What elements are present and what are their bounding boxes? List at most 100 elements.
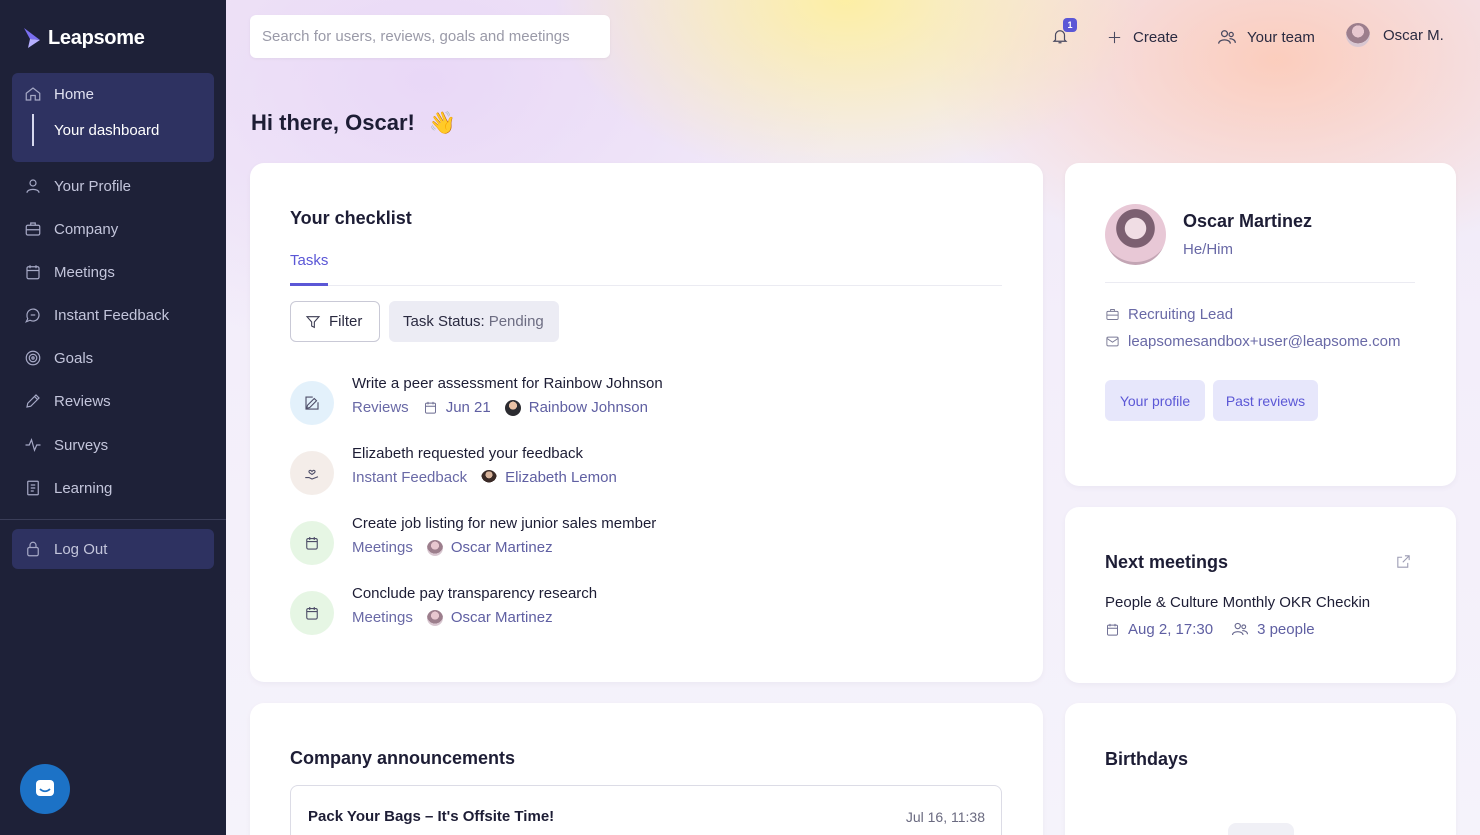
calendar-icon xyxy=(423,400,438,415)
announcement-title: Pack Your Bags – It's Offsite Time! xyxy=(308,808,554,825)
profile-card: Oscar Martinez He/Him Recruiting Lead le… xyxy=(1065,163,1456,486)
book-icon xyxy=(24,479,42,497)
greeting: Hi there, Oscar! 👋 xyxy=(251,110,456,136)
profile-role-text: Recruiting Lead xyxy=(1128,306,1233,323)
greeting-text: Hi there, Oscar! xyxy=(251,110,415,136)
filter-icon xyxy=(305,314,321,330)
avatar[interactable] xyxy=(1105,204,1166,265)
target-icon xyxy=(24,349,42,367)
edit-icon xyxy=(290,381,334,425)
team-icon xyxy=(1231,620,1249,638)
birthdays-card: Birthdays xyxy=(1065,703,1456,835)
task-person-name: Rainbow Johnson xyxy=(529,399,648,416)
avatar xyxy=(427,610,443,626)
tab-tasks[interactable]: Tasks xyxy=(290,252,328,286)
calendar-icon xyxy=(1105,622,1120,637)
sidebar-item-instant-feedback[interactable]: Instant Feedback xyxy=(24,304,169,326)
home-icon xyxy=(24,85,42,103)
profile-email-text: leapsomesandbox+user@leapsome.com xyxy=(1128,333,1400,350)
profile-name: Oscar Martinez xyxy=(1183,211,1312,232)
checklist-title: Your checklist xyxy=(290,208,412,229)
pencil-icon xyxy=(24,392,42,410)
task-category: Instant Feedback xyxy=(352,469,467,486)
sidebar-item-company[interactable]: Company xyxy=(24,218,118,240)
announcements-title: Company announcements xyxy=(290,748,515,769)
sidebar: Leapsome Home Your dashboard Your Profil… xyxy=(0,0,226,835)
search-input[interactable] xyxy=(262,28,598,45)
task-person-name: Oscar Martinez xyxy=(451,539,553,556)
meeting-date: Aug 2, 17:30 xyxy=(1105,620,1213,638)
logo-text: Leapsome xyxy=(48,27,145,50)
sidebar-item-label: Surveys xyxy=(54,437,108,454)
avatar xyxy=(1346,23,1370,47)
create-button[interactable]: Create xyxy=(1106,26,1178,48)
meeting-name[interactable]: People & Culture Monthly OKR Checkin xyxy=(1105,594,1370,611)
filter-label: Filter xyxy=(329,313,362,330)
external-link-icon[interactable] xyxy=(1395,553,1412,570)
filter-button[interactable]: Filter xyxy=(290,301,380,342)
task-status-chip[interactable]: Task Status: Pending xyxy=(389,301,559,342)
avatar xyxy=(427,540,443,556)
user-menu[interactable]: Oscar M. xyxy=(1346,24,1444,46)
wave-emoji: 👋 xyxy=(429,110,456,136)
sidebar-item-meetings[interactable]: Meetings xyxy=(24,261,115,283)
status-value: Pending xyxy=(489,313,544,330)
birthday-placeholder xyxy=(1228,823,1294,835)
task-person: Oscar Martinez xyxy=(427,539,553,556)
logout-button[interactable]: Log Out xyxy=(24,538,107,560)
team-icon xyxy=(1217,27,1237,47)
logout-label: Log Out xyxy=(54,541,107,558)
sidebar-item-label: Company xyxy=(54,221,118,238)
chat-icon xyxy=(24,306,42,324)
task-date-text: Jun 21 xyxy=(446,399,491,416)
sidebar-item-label: Learning xyxy=(54,480,112,497)
user-name: Oscar M. xyxy=(1383,27,1444,44)
sidebar-item-learning[interactable]: Learning xyxy=(24,477,112,499)
your-profile-button[interactable]: Your profile xyxy=(1105,380,1205,421)
calendar-icon xyxy=(24,263,42,281)
sidebar-item-home[interactable]: Home xyxy=(24,83,94,105)
chat-bubble-icon xyxy=(33,777,57,801)
next-meetings-card: Next meetings People & Culture Monthly O… xyxy=(1065,507,1456,683)
sidebar-item-reviews[interactable]: Reviews xyxy=(24,390,111,412)
meeting-date-text: Aug 2, 17:30 xyxy=(1128,621,1213,638)
sidebar-item-profile[interactable]: Your Profile xyxy=(24,175,131,197)
task-item[interactable]: Conclude pay transparency research Meeti… xyxy=(290,585,990,635)
meeting-people-text: 3 people xyxy=(1257,621,1315,638)
past-reviews-button[interactable]: Past reviews xyxy=(1213,380,1318,421)
birthdays-title: Birthdays xyxy=(1105,749,1188,770)
task-person: Elizabeth Lemon xyxy=(481,469,617,486)
task-meta: Meetings Oscar Martinez xyxy=(352,539,553,556)
support-chat-button[interactable] xyxy=(20,764,70,814)
lock-icon xyxy=(24,540,42,558)
notification-badge: 1 xyxy=(1063,18,1077,32)
task-item[interactable]: Write a peer assessment for Rainbow John… xyxy=(290,375,990,425)
sidebar-item-label: Your Profile xyxy=(54,178,131,195)
leapsome-logo-icon xyxy=(22,26,42,50)
your-team-button[interactable]: Your team xyxy=(1217,26,1315,48)
announcement-item[interactable]: Pack Your Bags – It's Offsite Time! Jul … xyxy=(290,785,1002,835)
task-title: Create job listing for new junior sales … xyxy=(352,515,656,532)
meeting-people: 3 people xyxy=(1231,620,1315,638)
profile-email[interactable]: leapsomesandbox+user@leapsome.com xyxy=(1105,333,1400,350)
checklist-tabs: Tasks xyxy=(290,252,1002,286)
task-person: Rainbow Johnson xyxy=(505,399,648,416)
briefcase-icon xyxy=(24,220,42,238)
sidebar-subitem-label: Your dashboard xyxy=(54,122,159,139)
search-box[interactable] xyxy=(250,15,610,58)
profile-pronouns: He/Him xyxy=(1183,241,1233,258)
task-meta: Reviews Jun 21 Rainbow Johnson xyxy=(352,399,648,416)
sidebar-subitem-dashboard[interactable]: Your dashboard xyxy=(32,114,159,146)
task-item[interactable]: Create job listing for new junior sales … xyxy=(290,515,990,565)
sidebar-item-surveys[interactable]: Surveys xyxy=(24,434,108,456)
sidebar-item-goals[interactable]: Goals xyxy=(24,347,93,369)
leapsome-logo[interactable]: Leapsome xyxy=(22,26,145,50)
task-meta: Meetings Oscar Martinez xyxy=(352,609,553,626)
meeting-meta: Aug 2, 17:30 3 people xyxy=(1105,620,1315,638)
task-item[interactable]: Elizabeth requested your feedback Instan… xyxy=(290,445,990,495)
task-title: Elizabeth requested your feedback xyxy=(352,445,583,462)
your-team-label: Your team xyxy=(1247,29,1315,46)
pulse-icon xyxy=(24,436,42,454)
sidebar-item-label: Reviews xyxy=(54,393,111,410)
create-label: Create xyxy=(1133,29,1178,46)
